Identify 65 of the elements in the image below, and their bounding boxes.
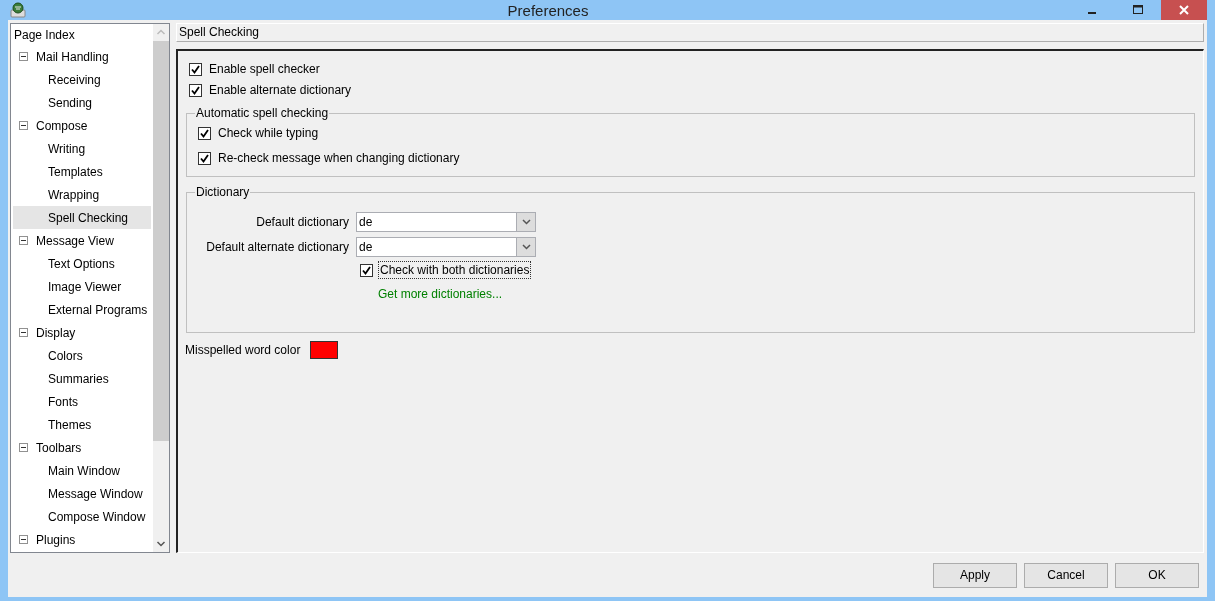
collapse-icon[interactable] <box>19 121 28 130</box>
dialog-button[interactable]: Cancel <box>1024 562 1108 588</box>
caret-icon <box>521 244 531 250</box>
tree-item-label: Toolbars <box>36 440 82 455</box>
tree-item[interactable]: Sending <box>13 91 151 114</box>
window-title: Preferences <box>506 1 590 19</box>
collapse-icon[interactable] <box>19 328 28 337</box>
field-label: Default dictionary <box>255 214 349 230</box>
tree-item[interactable]: Compose <box>13 114 151 137</box>
checkbox-label: Check with both dictionaries <box>378 261 532 279</box>
checkbox-label: Check while typing <box>217 125 320 142</box>
tree-item[interactable]: Compose Window <box>13 505 151 528</box>
tree-item[interactable]: Writing <box>13 137 151 160</box>
link[interactable]: Get more dictionaries... <box>378 287 503 301</box>
app-icon <box>9 1 27 19</box>
tree-item-label: Plugins <box>36 532 76 547</box>
checkbox[interactable] <box>189 83 202 97</box>
tree-item-label: Display <box>36 325 76 340</box>
checkbox-label: Enable alternate dictionary <box>208 82 353 99</box>
checkbox-label: Re-check message when changing dictionary <box>217 150 461 167</box>
dialog-button[interactable]: Apply <box>933 562 1017 588</box>
dialog-button[interactable]: OK <box>1115 562 1199 588</box>
dropdown[interactable]: de <box>356 212 536 232</box>
tree-item[interactable]: Image Viewer <box>13 275 151 298</box>
field-label: Default alternate dictionary <box>205 239 349 255</box>
collapse-icon[interactable] <box>19 535 28 544</box>
tree-item-label: Compose <box>36 118 88 133</box>
field-label: Misspelled word color <box>185 343 301 357</box>
tree-item[interactable]: Templates <box>13 160 151 183</box>
tree-item[interactable]: Plugins <box>13 528 151 551</box>
tree-item[interactable]: Message Window <box>13 482 151 505</box>
tree-item[interactable]: Summaries <box>13 367 151 390</box>
dropdown[interactable]: de <box>356 237 536 257</box>
scroll-thumb[interactable] <box>153 41 169 441</box>
tree-item[interactable]: Themes <box>13 413 151 436</box>
checkbox-label: Enable spell checker <box>208 61 321 78</box>
tree-item[interactable]: Receiving <box>13 68 151 91</box>
checkbox[interactable] <box>198 151 211 165</box>
checkbox[interactable] <box>198 126 211 140</box>
tree-item[interactable]: Main Window <box>13 459 151 482</box>
tree-item[interactable]: Display <box>13 321 151 344</box>
tree-item-label: Mail Handling <box>36 49 109 64</box>
tree-item[interactable]: Wrapping <box>13 183 151 206</box>
tree-item[interactable]: Text Options <box>13 252 151 275</box>
tree-item[interactable]: Toolbars <box>13 436 151 459</box>
tree-item[interactable]: Mail Handling <box>13 45 151 68</box>
group-title: Dictionary <box>195 185 251 199</box>
close-icon[interactable] <box>1161 0 1207 20</box>
tree-item[interactable]: Fonts <box>13 390 151 413</box>
page-title: Spell Checking <box>176 23 1204 42</box>
tree-item[interactable]: Message View <box>13 229 151 252</box>
tree-item[interactable]: Colors <box>13 344 151 367</box>
checkbox[interactable] <box>360 263 373 277</box>
tree-item-label: Message View <box>36 233 114 248</box>
collapse-icon[interactable] <box>19 52 28 61</box>
group-title: Automatic spell checking <box>195 106 330 120</box>
collapse-icon[interactable] <box>19 443 28 452</box>
color-swatch[interactable] <box>310 341 339 359</box>
scrollbar[interactable] <box>153 24 169 552</box>
collapse-icon[interactable] <box>19 236 28 245</box>
tree-item[interactable]: External Programs <box>13 298 151 321</box>
tree-header: Page Index <box>13 27 76 44</box>
checkbox[interactable] <box>189 62 202 76</box>
caret-icon <box>521 219 531 225</box>
tree-item[interactable]: Spell Checking <box>13 206 151 229</box>
